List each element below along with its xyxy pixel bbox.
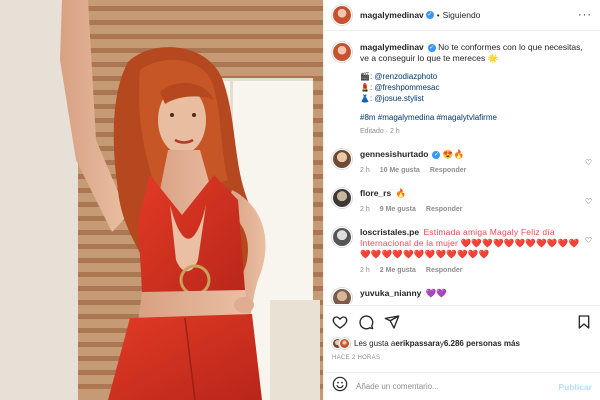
credit-link[interactable]: @josue.stylist xyxy=(374,94,423,103)
comment-likes[interactable]: 10 Me gusta xyxy=(380,167,420,174)
comment-item: loscristales.pe Estimada amiga Magaly Fe… xyxy=(332,227,592,274)
comment-username[interactable]: gennesishurtado xyxy=(360,149,428,159)
edited-label: Editado · 2 h xyxy=(360,128,400,135)
comment-likes[interactable]: 9 Me gusta xyxy=(380,206,416,213)
author-avatar[interactable] xyxy=(332,42,352,62)
post-photo[interactable] xyxy=(0,0,323,400)
commenter-avatar[interactable] xyxy=(332,188,352,208)
post-actions: Les gusta a erikpassara y 6.286 personas… xyxy=(324,305,600,361)
comment-item: flore_rs 🔥 2 h 9 Me gusta Responder ♡ xyxy=(332,188,592,213)
author-username[interactable]: magalymedinav xyxy=(360,10,424,20)
comment-bubble-icon[interactable] xyxy=(358,314,374,330)
caption-username[interactable]: magalymedinav xyxy=(360,42,424,52)
emoji-smiley-icon[interactable] xyxy=(332,376,348,397)
post-sidebar: magalymedinav ✓ • Siguiendo ··· magalyme… xyxy=(323,0,600,400)
comment-likes[interactable]: 2 Me gusta xyxy=(380,267,416,274)
liker-avatars xyxy=(332,338,350,349)
likes-prefix: Les gusta a xyxy=(354,339,396,348)
commenter-avatar[interactable] xyxy=(332,288,352,304)
verified-badge-icon: ✓ xyxy=(432,150,441,159)
credit-link[interactable]: @freshpommesac xyxy=(374,83,439,92)
following-button[interactable]: Siguiendo xyxy=(443,10,481,20)
reply-button[interactable]: Responder xyxy=(430,167,467,174)
commenter-avatar[interactable] xyxy=(332,149,352,169)
comment-text: 😍🔥 xyxy=(442,149,465,159)
post-header: magalymedinav ✓ • Siguiendo ··· xyxy=(324,0,600,31)
author-avatar[interactable] xyxy=(332,5,352,25)
share-paper-plane-icon[interactable] xyxy=(384,314,400,330)
comments-list[interactable]: magalymedinav ✓ No te conformes con lo qu… xyxy=(324,32,600,304)
commenter-avatar[interactable] xyxy=(332,227,352,247)
likes-summary[interactable]: Les gusta a erikpassara y 6.286 personas… xyxy=(332,338,592,349)
comment-text: 🔥 xyxy=(395,188,407,198)
like-comment-heart-icon[interactable]: ♡ xyxy=(585,236,592,245)
caption-credits: 🎬: @renzodiazphoto 💄: @freshpommesac 👗: … xyxy=(360,72,440,103)
comment-item: yuvuka_nianny 💜💜 xyxy=(332,288,592,304)
reply-button[interactable]: Responder xyxy=(426,267,463,274)
comment-time: 2 h xyxy=(360,167,370,174)
like-heart-icon[interactable] xyxy=(332,314,348,330)
comment-item: gennesishurtado ✓ 😍🔥 2 h 10 Me gusta Resp… xyxy=(332,149,592,174)
separator-dot: • xyxy=(436,10,440,20)
comment-time: 2 h xyxy=(360,206,370,213)
bookmark-icon[interactable] xyxy=(576,314,592,330)
comment-composer: Publicar xyxy=(324,372,600,400)
verified-badge-icon: ✓ xyxy=(427,43,436,52)
publish-button[interactable]: Publicar xyxy=(558,382,592,392)
comment-username[interactable]: flore_rs xyxy=(360,188,391,198)
liker-username[interactable]: erikpassara xyxy=(395,339,439,348)
likes-count[interactable]: 6.286 personas más xyxy=(444,339,520,348)
dress-icon: 👗 xyxy=(360,94,370,103)
credit-link[interactable]: @renzodiazphoto xyxy=(374,72,437,81)
comment-username[interactable]: yuvuka_nianny xyxy=(360,288,421,298)
post-timestamp: HACE 2 HORAS xyxy=(332,355,381,361)
verified-badge-icon: ✓ xyxy=(425,11,434,19)
comment-username[interactable]: loscristales.pe xyxy=(360,227,419,237)
clapperboard-icon: 🎬 xyxy=(360,72,370,81)
like-comment-heart-icon[interactable]: ♡ xyxy=(585,197,592,206)
like-comment-heart-icon[interactable]: ♡ xyxy=(585,158,592,167)
caption-hashtags[interactable]: #8m #magalymedina #magalytvlafirme xyxy=(360,113,592,122)
lipstick-icon: 💄 xyxy=(360,83,370,92)
comment-input[interactable] xyxy=(356,382,559,391)
more-options-icon[interactable]: ··· xyxy=(578,9,592,21)
caption: magalymedinav ✓ No te conformes con lo qu… xyxy=(332,42,592,135)
comment-time: 2 h xyxy=(360,267,370,274)
comment-text: 💜💜 xyxy=(425,288,447,298)
portrait-image xyxy=(0,0,323,400)
liker-avatar xyxy=(339,338,350,349)
reply-button[interactable]: Responder xyxy=(426,206,463,213)
